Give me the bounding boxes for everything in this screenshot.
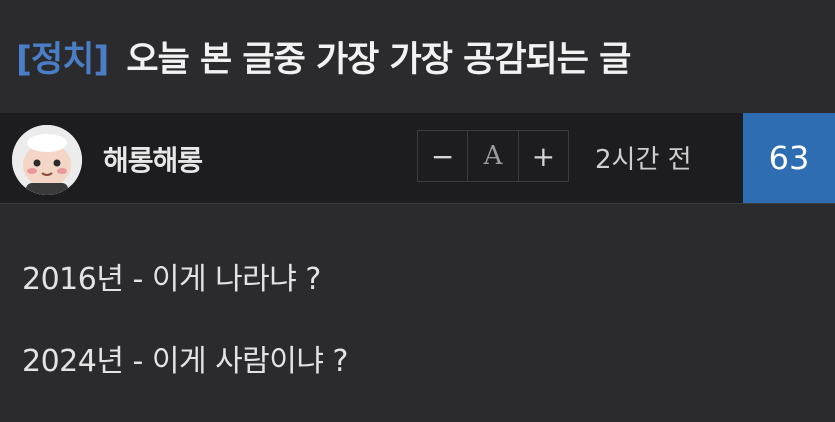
cartoon-face-avatar-icon bbox=[12, 125, 82, 195]
post-meta-bar: 해롱해롱 − A + 2시간 전 63 bbox=[0, 113, 835, 203]
author-name[interactable]: 해롱해롱 bbox=[103, 139, 203, 179]
post-body-line: 2024년 - 이게 사람이냐 ? bbox=[22, 344, 348, 379]
font-size-control: − A + bbox=[417, 130, 569, 182]
comment-count-badge[interactable]: 63 bbox=[743, 113, 835, 203]
post-time: 2시간 전 bbox=[595, 145, 692, 175]
category-tag[interactable]: [정치] bbox=[16, 31, 109, 82]
post-title-row: [정치] 오늘 본 글중 가장 가장 공감되는 글 bbox=[0, 0, 835, 112]
post-body-line: 2016년 - 이게 나라냐 ? bbox=[22, 262, 321, 297]
avatar[interactable] bbox=[12, 125, 82, 195]
post-title: 오늘 본 글중 가장 가장 공감되는 글 bbox=[126, 39, 631, 80]
font-increase-button[interactable]: + bbox=[519, 131, 568, 181]
divider bbox=[0, 203, 835, 204]
font-decrease-button[interactable]: − bbox=[418, 131, 467, 181]
font-size-label: A bbox=[467, 131, 519, 181]
